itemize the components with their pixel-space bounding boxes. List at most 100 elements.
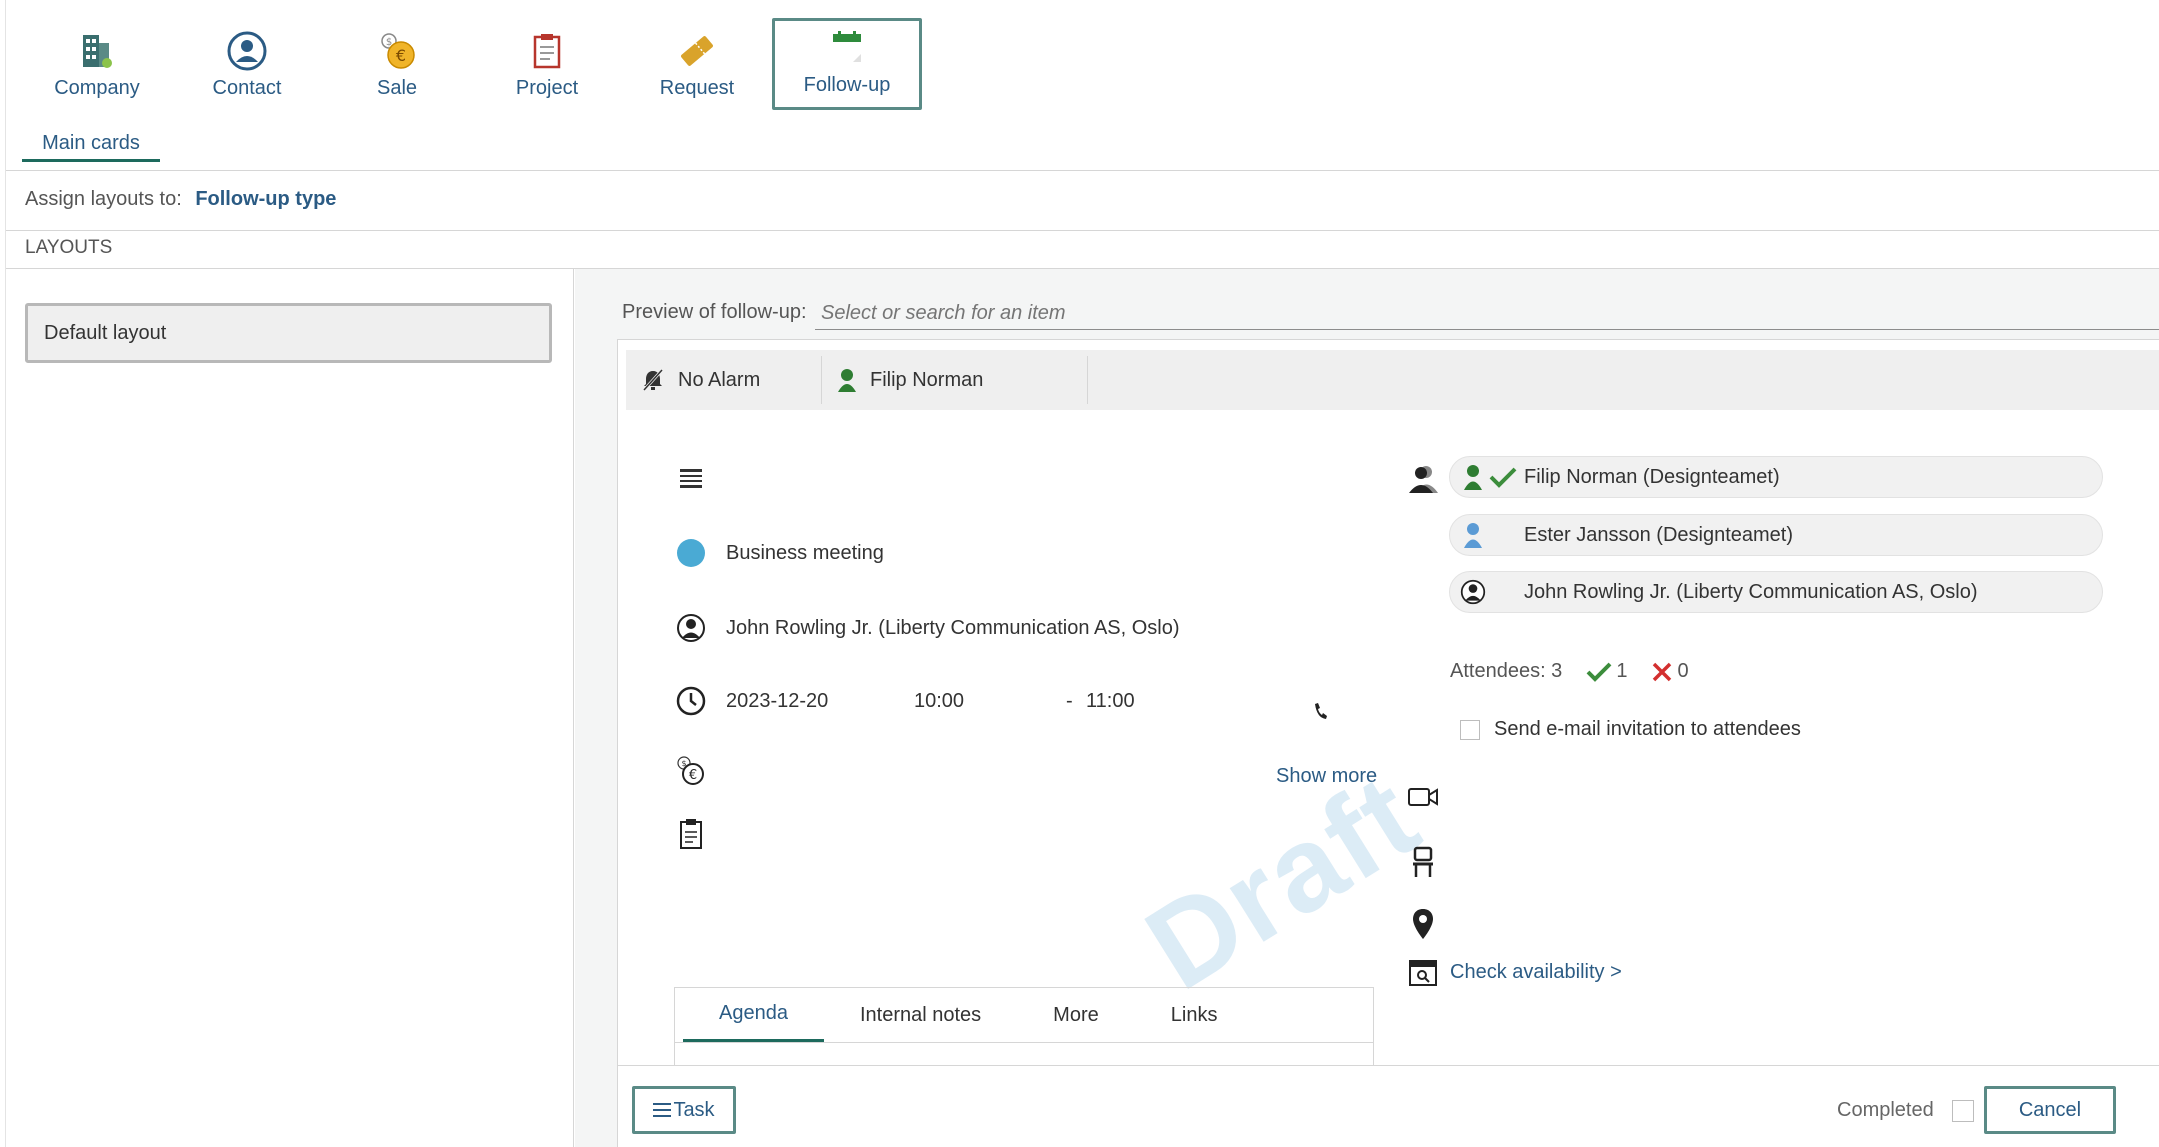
declined-x-icon — [1651, 661, 1673, 683]
card-follow-up[interactable]: Follow-up — [772, 18, 922, 110]
tab-agenda[interactable]: Agenda — [683, 988, 824, 1042]
text-lines-icon — [674, 466, 708, 492]
info-bar: No Alarm Filip Norman — [626, 350, 2159, 410]
divider — [6, 230, 2159, 231]
assign-label: Assign layouts to: — [25, 188, 182, 210]
layouts-panel: Default layout — [6, 269, 574, 1147]
divider — [6, 170, 2159, 171]
tab-main-cards[interactable]: Main cards — [22, 128, 160, 162]
end-time-input[interactable]: 11:00 — [1086, 690, 1135, 713]
declined-count-value: 0 — [1677, 660, 1689, 682]
location-pin-icon[interactable] — [1406, 908, 1440, 940]
participant-name: Filip Norman (Designteamet) — [1524, 465, 1780, 488]
card-company-label: Company — [54, 77, 140, 99]
sale-field[interactable]: $ € — [674, 755, 726, 787]
alarm-toggle[interactable]: No Alarm — [626, 356, 822, 404]
sale-icon: $ € — [674, 755, 708, 787]
layouts-heading: LAYOUTS — [25, 237, 113, 258]
card-type-bar: Company Contact $€ Sale Project Request — [22, 18, 922, 110]
contact-value: John Rowling Jr. (Liberty Communication … — [726, 616, 1180, 639]
type-field[interactable]: Business meeting — [674, 538, 884, 568]
card-sale-label: Sale — [376, 77, 418, 99]
project-field[interactable] — [674, 818, 726, 850]
meeting-type-dot-icon — [674, 538, 708, 568]
participant-name: Ester Jansson (Designteamet) — [1524, 523, 1794, 546]
check-availability-link[interactable]: Check availability > — [1450, 961, 1622, 984]
owner-label: Filip Norman — [870, 368, 984, 391]
assign-value-link[interactable]: Follow-up type — [195, 188, 336, 210]
chair-icon[interactable] — [1406, 846, 1440, 878]
participant-item[interactable]: Filip Norman (Designteamet) — [1449, 456, 2103, 498]
participant-person-icon — [1460, 464, 1486, 490]
svg-text:€: € — [396, 46, 406, 65]
participant-item[interactable]: Ester Jansson (Designteamet) — [1449, 514, 2103, 556]
card-follow-up-label: Follow-up — [803, 74, 891, 96]
video-icon[interactable] — [1406, 786, 1440, 808]
alarm-label: No Alarm — [678, 368, 761, 391]
request-icon — [677, 29, 717, 73]
alarm-off-icon — [642, 368, 664, 392]
participants-icon[interactable] — [1406, 463, 1440, 493]
type-value: Business meeting — [726, 541, 884, 564]
detail-tabs: Agenda Internal notes More Links — [675, 988, 1373, 1043]
card-sale[interactable]: $ € Sale — [322, 18, 472, 110]
completed-checkbox[interactable] — [1951, 1099, 1974, 1122]
card-request[interactable]: Request — [622, 18, 772, 110]
assign-layouts: Assign layouts to: Follow-up type — [25, 188, 336, 211]
date-time-field: 2023-12-20 10:00 - 11:00 — [674, 686, 1135, 716]
phone-icon[interactable] — [1312, 702, 1328, 720]
owner-person-icon — [838, 368, 856, 392]
preview-search-input[interactable] — [815, 298, 2159, 330]
accepted-count: 1 — [1586, 660, 1627, 683]
title-field[interactable] — [674, 466, 726, 492]
card-company[interactable]: Company — [22, 18, 172, 110]
contact-person-icon — [674, 613, 708, 643]
task-label: Task — [673, 1098, 715, 1121]
send-invitation-option[interactable]: Send e-mail invitation to attendees — [1460, 718, 1801, 741]
completed-label: Completed — [1837, 1099, 1934, 1121]
card-project[interactable]: Project — [472, 18, 622, 110]
accepted-check-icon — [1586, 661, 1612, 683]
accepted-check-icon — [1486, 466, 1520, 488]
tab-more[interactable]: More — [1017, 988, 1135, 1042]
company-icon — [77, 29, 117, 73]
card-project-label: Project — [515, 77, 579, 99]
preview-panel: Preview of follow-up: No Alarm Filip Nor… — [575, 269, 2159, 1147]
sale-icon: $ € — [377, 29, 417, 73]
send-invitation-checkbox[interactable] — [1460, 719, 1480, 740]
participant-item[interactable]: John Rowling Jr. (Liberty Communication … — [1449, 571, 2103, 613]
participant-contact-icon — [1460, 578, 1486, 606]
card-request-label: Request — [659, 77, 735, 99]
accepted-count-value: 1 — [1616, 660, 1628, 682]
tab-internal-notes[interactable]: Internal notes — [824, 988, 1017, 1042]
bottom-bar: Task Completed Cancel — [618, 1065, 2159, 1147]
tab-links[interactable]: Links — [1135, 988, 1254, 1042]
card-contact-label: Contact — [212, 77, 282, 99]
declined-count: 0 — [1651, 660, 1689, 683]
svg-text:€: € — [689, 768, 697, 783]
task-button[interactable]: Task — [632, 1086, 736, 1134]
owner-selector[interactable]: Filip Norman — [822, 356, 1088, 404]
app-root: Company Contact $€ Sale Project Request — [0, 0, 2159, 1147]
contact-icon — [227, 29, 267, 73]
send-invitation-label: Send e-mail invitation to attendees — [1494, 718, 1801, 740]
contact-field[interactable]: John Rowling Jr. (Liberty Communication … — [674, 613, 1180, 643]
follow-up-icon — [827, 26, 867, 70]
start-time-input[interactable]: 10:00 — [914, 690, 1066, 713]
time-separator: - — [1066, 689, 1073, 712]
calendar-search-icon[interactable] — [1406, 957, 1440, 987]
preview-label: Preview of follow-up: — [622, 301, 807, 323]
cancel-button[interactable]: Cancel — [1984, 1086, 2116, 1134]
attendees-summary: Attendees: 3 1 0 — [1450, 660, 1707, 683]
clock-icon — [674, 686, 708, 716]
layout-item-default[interactable]: Default layout — [25, 303, 552, 363]
date-input[interactable]: 2023-12-20 — [726, 690, 914, 713]
follow-up-card: No Alarm Filip Norman Business meeting J… — [617, 339, 2159, 1147]
card-contact[interactable]: Contact — [172, 18, 322, 110]
participant-name: John Rowling Jr. (Liberty Communication … — [1524, 580, 1978, 603]
attendees-count: Attendees: 3 — [1450, 660, 1563, 682]
clipboard-icon — [674, 818, 708, 850]
menu-icon — [653, 1102, 672, 1118]
participant-person-icon — [1460, 522, 1486, 548]
completed-option[interactable]: Completed — [1837, 1099, 1974, 1122]
